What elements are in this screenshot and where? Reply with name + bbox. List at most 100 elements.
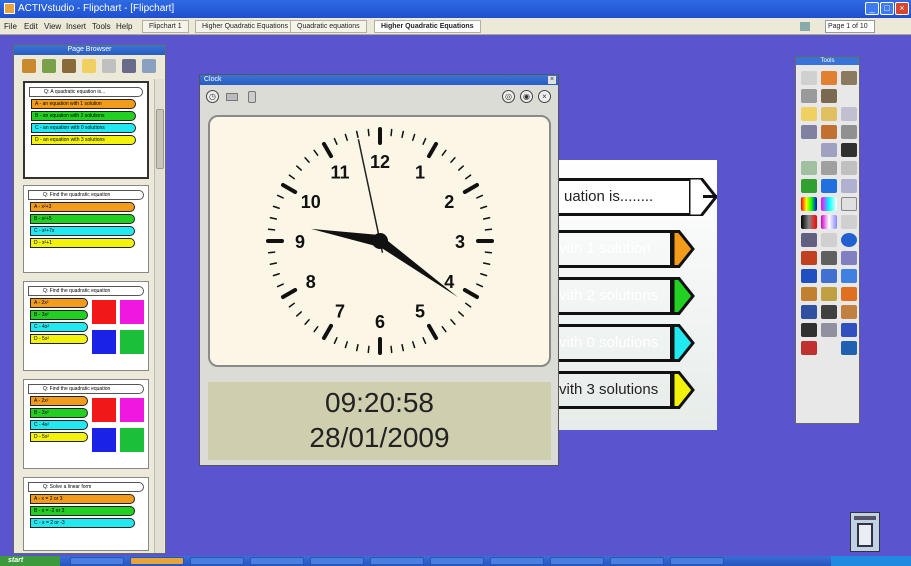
- fill-icon[interactable]: [821, 89, 837, 103]
- taskbar-item[interactable]: [310, 557, 364, 565]
- minimize-button[interactable]: _: [865, 2, 879, 15]
- scrollbar-thumb[interactable]: [156, 109, 164, 169]
- properties-icon[interactable]: [102, 59, 116, 73]
- clock-option-icon-2[interactable]: ◉: [520, 90, 533, 103]
- taskbar-item[interactable]: [370, 557, 424, 565]
- tab-quadratic-equations[interactable]: Quadratic equations: [290, 20, 367, 33]
- folder-icon[interactable]: [821, 107, 837, 121]
- menu-help[interactable]: Help: [116, 22, 132, 31]
- timer-icon[interactable]: [248, 91, 256, 103]
- option-1-banner[interactable]: vith 1 solution: [545, 230, 673, 268]
- select-icon[interactable]: [801, 71, 817, 85]
- pages-icon[interactable]: [22, 59, 36, 73]
- clock-close-button[interactable]: ×: [548, 76, 556, 84]
- save-icon[interactable]: [841, 143, 857, 157]
- taskbar-item[interactable]: [610, 557, 664, 565]
- actions-icon[interactable]: [122, 59, 136, 73]
- digital-mode-icon[interactable]: [226, 93, 238, 101]
- menu-insert[interactable]: Insert: [66, 22, 86, 31]
- marker-icon[interactable]: [841, 179, 857, 193]
- page-thumbnail-5[interactable]: Q: Solve a linear form A - x = 2 or 3 B …: [23, 477, 149, 551]
- stamp-icon[interactable]: [801, 287, 817, 301]
- menu-file[interactable]: File: [4, 22, 17, 31]
- width-icon[interactable]: [841, 215, 857, 229]
- page-thumbnail-3[interactable]: Q: Find the quadratic equation A - 2x² B…: [23, 281, 149, 371]
- link-icon[interactable]: [821, 179, 837, 193]
- ruler-icon[interactable]: [821, 161, 837, 175]
- taskbar-item[interactable]: [490, 557, 544, 565]
- text-icon[interactable]: [801, 323, 817, 337]
- question-banner[interactable]: uation is........: [547, 178, 689, 216]
- water-icon[interactable]: [841, 269, 857, 283]
- camera-icon[interactable]: [801, 125, 817, 139]
- menu-edit[interactable]: Edit: [24, 22, 38, 31]
- taskbar-item[interactable]: [250, 557, 304, 565]
- magnifier-icon[interactable]: [841, 107, 857, 121]
- taskbar-item-active[interactable]: [130, 557, 184, 565]
- clock-option-icon-1[interactable]: ◎: [502, 90, 515, 103]
- stack-icon[interactable]: [821, 323, 837, 337]
- menu-tools[interactable]: Tools: [92, 22, 111, 31]
- scissors-icon[interactable]: [821, 251, 837, 265]
- option-2-banner[interactable]: vith 2 solutions: [545, 277, 673, 315]
- maximize-button[interactable]: □: [880, 2, 894, 15]
- flag-icon[interactable]: [821, 125, 837, 139]
- clock-mode-icon[interactable]: ◷: [206, 90, 219, 103]
- brush-icon[interactable]: [821, 269, 837, 283]
- dice-icon[interactable]: [801, 305, 817, 319]
- tab-flipchart-1[interactable]: Flipchart 1: [142, 20, 189, 33]
- thumb-question: Q: A quadratic equation is...: [29, 87, 143, 97]
- notes-icon[interactable]: [82, 59, 96, 73]
- settings-icon[interactable]: [142, 59, 156, 73]
- clock-window[interactable]: Clock × ◷ ◎ ◉ × 12 1 2 3 4 5 6 7 8 9 10 11 09:20:58…: [199, 74, 559, 466]
- tab-higher-quadratic[interactable]: Higher Quadratic Equations: [195, 20, 295, 33]
- pencil-icon[interactable]: [801, 269, 817, 283]
- tab-higher-quadratic-active[interactable]: Higher Quadratic Equations: [374, 20, 481, 33]
- page-thumbnail-4[interactable]: Q: Find the quadratic equation A - 2x² B…: [23, 379, 149, 469]
- color-palette-top[interactable]: [801, 197, 817, 211]
- start-button[interactable]: start: [0, 556, 60, 566]
- taskbar-item[interactable]: [430, 557, 484, 565]
- eraser-icon[interactable]: [801, 89, 817, 103]
- clipboard-icon[interactable]: [841, 305, 857, 319]
- taskbar-item[interactable]: [670, 557, 724, 565]
- resources-icon[interactable]: [42, 59, 56, 73]
- line-width-icon[interactable]: [801, 233, 817, 247]
- color-palette-extra[interactable]: [821, 215, 837, 229]
- taskbar-item[interactable]: [550, 557, 604, 565]
- option-3-banner[interactable]: vith 0 solutions: [545, 324, 673, 362]
- white-swatch[interactable]: [841, 197, 857, 211]
- close-button[interactable]: ×: [895, 2, 909, 15]
- undo-icon[interactable]: [841, 323, 857, 337]
- menu-view[interactable]: View: [44, 22, 61, 31]
- shape-icon[interactable]: [841, 161, 857, 175]
- pen-icon[interactable]: [821, 71, 837, 85]
- page-indicator[interactable]: Page 1 of 10: [825, 20, 875, 33]
- delete-icon[interactable]: [801, 341, 817, 355]
- taskbar-item[interactable]: [70, 557, 124, 565]
- page-icon[interactable]: [800, 22, 810, 31]
- image-icon[interactable]: [841, 287, 857, 301]
- help-icon[interactable]: [841, 233, 857, 247]
- clock-close-icon[interactable]: ×: [538, 90, 551, 103]
- page-thumbnail-2[interactable]: Q: Find the quadratic equation A - x²+3 …: [23, 185, 149, 273]
- pointer-icon[interactable]: [801, 251, 817, 265]
- keyboard-icon[interactable]: [821, 305, 837, 319]
- spotlight-icon[interactable]: [841, 125, 857, 139]
- page-browser-scrollbar[interactable]: [154, 79, 164, 553]
- objects-icon[interactable]: [62, 59, 76, 73]
- color-palette-bottom[interactable]: [801, 215, 817, 229]
- page-thumbnail-1[interactable]: Q: A quadratic equation is... A - an equ…: [23, 81, 149, 179]
- option-4-banner[interactable]: vith 3 solutions: [545, 371, 673, 409]
- connector-icon[interactable]: [841, 251, 857, 265]
- paint-icon[interactable]: [821, 287, 837, 301]
- highlighter-icon[interactable]: [841, 71, 857, 85]
- grid-icon[interactable]: [801, 161, 817, 175]
- page-icon[interactable]: [821, 143, 837, 157]
- globe-icon[interactable]: [801, 179, 817, 193]
- trash-can-icon[interactable]: [850, 512, 880, 552]
- taskbar-item[interactable]: [190, 557, 244, 565]
- hand-icon[interactable]: [841, 341, 857, 355]
- color-palette-mid[interactable]: [821, 197, 837, 211]
- notes-icon[interactable]: [801, 107, 817, 121]
